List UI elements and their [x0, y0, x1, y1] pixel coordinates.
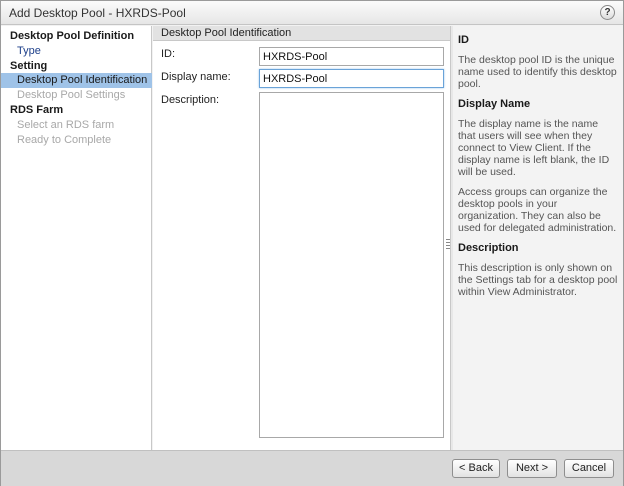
- cancel-button[interactable]: Cancel: [564, 459, 614, 478]
- nav-item-select-rds-farm: Select an RDS farm: [17, 119, 115, 131]
- splitter-grip-icon[interactable]: [446, 239, 450, 251]
- display-name-label: Display name:: [161, 71, 231, 83]
- nav-item-desktop-pool-settings: Desktop Pool Settings: [17, 89, 126, 101]
- next-button[interactable]: Next >: [507, 459, 557, 478]
- help-description-text: This description is only shown on the Se…: [458, 262, 618, 298]
- window-title: Add Desktop Pool - HXRDS-Pool: [9, 6, 186, 20]
- help-panel: ID The desktop pool ID is the unique nam…: [453, 26, 623, 450]
- back-button[interactable]: < Back: [452, 459, 500, 478]
- id-label: ID:: [161, 48, 176, 60]
- help-display-name-title: Display Name: [458, 98, 531, 110]
- main-form: Desktop Pool Identification ID: Display …: [153, 26, 450, 450]
- add-desktop-pool-dialog: Add Desktop Pool - HXRDS-Pool ? Desktop …: [0, 0, 624, 486]
- dialog-footer: < Back Next > Cancel: [1, 450, 623, 486]
- title-bar: Add Desktop Pool - HXRDS-Pool ?: [1, 1, 623, 25]
- help-id-title: ID: [458, 34, 469, 46]
- nav-section-rds-farm: RDS Farm: [10, 104, 64, 116]
- nav-section-desktop-pool-definition: Desktop Pool Definition: [10, 30, 135, 42]
- help-icon[interactable]: ?: [600, 5, 615, 20]
- nav-section-setting: Setting: [10, 60, 48, 72]
- nav-item-type[interactable]: Type: [1, 44, 152, 59]
- nav-item-desktop-pool-identification[interactable]: Desktop Pool Identification: [1, 73, 152, 88]
- wizard-nav: Desktop Pool Definition Type Setting Des…: [1, 26, 152, 450]
- nav-item-ready-to-complete: Ready to Complete: [17, 134, 112, 146]
- help-description-title: Description: [458, 242, 519, 254]
- display-name-input[interactable]: [259, 69, 444, 88]
- help-access-groups-text: Access groups can organize the desktop p…: [458, 186, 617, 234]
- description-label: Description:: [161, 94, 220, 106]
- help-display-name-text: The display name is the name that users …: [458, 118, 610, 178]
- help-id-text: The desktop pool ID is the unique name u…: [458, 54, 617, 90]
- id-input[interactable]: [259, 47, 444, 66]
- form-heading: Desktop Pool Identification: [153, 26, 450, 41]
- description-textarea[interactable]: [259, 92, 444, 438]
